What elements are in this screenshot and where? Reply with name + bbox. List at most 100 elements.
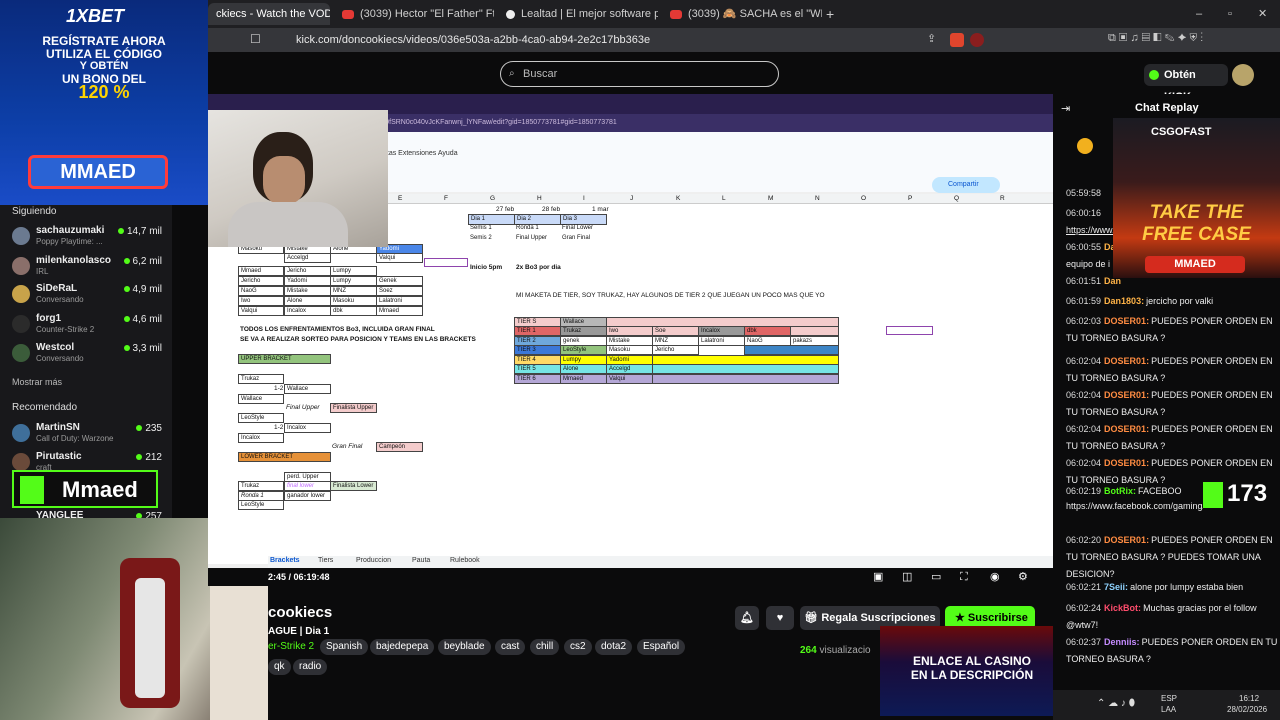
youtube-icon (670, 9, 682, 19)
search-input[interactable]: ⌕ Buscar (500, 61, 779, 87)
tab-youtube-sacha[interactable]: (3039) 🙈 SACHA es el "WESTCOL d (662, 3, 822, 25)
ad-line: ENLACE AL CASINO (912, 654, 1031, 668)
sheet-tab-rulebook[interactable]: Rulebook (450, 557, 480, 564)
tier-player: dbk (744, 326, 791, 336)
maximize-button[interactable]: ▫ (1228, 3, 1240, 25)
speed-icon[interactable]: ◉ (990, 568, 1000, 586)
team-cell: Masoku (330, 296, 377, 306)
sheet-tab-produccion[interactable]: Produccion (356, 557, 391, 564)
notification-bell-button[interactable]: 🔔︎ (735, 606, 759, 630)
sheet-tab-pauta[interactable]: Pauta (412, 557, 430, 564)
lang-indicator[interactable]: ESP (1161, 694, 1177, 703)
col-label: Q (954, 195, 960, 202)
heart-icon: ♥ (776, 612, 784, 624)
tag-chip[interactable]: qk (268, 659, 291, 675)
bracket-cell: Trukaz (238, 374, 284, 384)
team-cell: Lumpy (330, 266, 377, 276)
fullscreen-icon[interactable]: ⛶ (960, 568, 968, 586)
bracket-label: 1-2 (274, 424, 284, 431)
extension-icon[interactable] (970, 33, 984, 47)
channel-name[interactable]: cookiecs (268, 604, 332, 621)
col-label: P (908, 195, 913, 202)
follow-heart-button[interactable]: ♥ (766, 606, 794, 630)
bracket-cell: Finalista Upper (330, 403, 377, 413)
tier-player: LeoStyle (560, 345, 607, 355)
settings-gear-icon[interactable]: ⚙ (1018, 568, 1028, 586)
user-avatar[interactable] (1232, 64, 1254, 86)
new-tab-button[interactable]: + (826, 3, 840, 25)
team-cell: NaoG (238, 286, 284, 296)
sheet-tab-brackets[interactable]: Brackets (270, 557, 300, 564)
windows-taskbar: ⌃ ☁ ♪ ⬮ ESP LAA 16:12 28/02/2026 (1053, 690, 1280, 720)
extensions-icon[interactable]: ⧉ ▣ ♫ ▤ ◧ ✎ ✦ ⛨ ⋮ (1108, 32, 1203, 45)
sheet-tab-tiers[interactable]: Tiers (318, 557, 333, 564)
tier-label: TIER 3 (514, 345, 561, 355)
sidebar-channel[interactable]: SiDeRaL Conversando 4,9 mil (12, 283, 162, 307)
sidebar-channel[interactable]: milenkanolasco IRL 6,2 mil (12, 255, 162, 279)
collapse-chat-icon[interactable]: ⇥ (1061, 102, 1070, 115)
tag-chip[interactable]: beyblade (438, 639, 491, 655)
tag-chip[interactable]: dota2 (595, 639, 633, 655)
show-more-link[interactable]: Mostrar más (12, 377, 62, 387)
get-kicks-button[interactable]: Obtén KICKs (1144, 64, 1228, 103)
team-cell: Alone (284, 296, 331, 306)
tier-row-fill (652, 374, 839, 384)
sidebar-channel[interactable]: sachauzumaki Poppy Playtime: ... 14,7 mi… (12, 225, 162, 249)
ad-1xbet[interactable]: 1XBET REGÍSTRATE AHORA UTILIZA EL CÓDIGO… (0, 0, 208, 205)
tag-chip[interactable]: Spanish (320, 639, 369, 655)
tier-player: Masoku (606, 345, 653, 355)
tag-chip[interactable]: bajedepepa (370, 639, 435, 655)
url-field[interactable]: kick.com/doncookiecs/videos/036e503a-a2b… (270, 30, 950, 50)
ad-csgofast[interactable]: CSGOFAST TAKE THE FREE CASE MMAED (1113, 118, 1280, 278)
spreadsheet: E F G H I J K L M N O P Q R 27 feb 28 fe… (208, 194, 1053, 564)
clock-time[interactable]: 16:12 (1239, 694, 1259, 703)
tag-chip[interactable]: radio (293, 659, 328, 675)
tag-chip[interactable]: cast (495, 639, 526, 655)
tag-chip[interactable]: chill (530, 639, 560, 655)
tab-youtube-hector[interactable]: (3039) Hector "El Father" Ft. Wise - S (334, 3, 494, 25)
ad-casino[interactable]: ENLACE AL CASINO EN LA DESCRIPCIÓN (880, 626, 1064, 716)
close-window-button[interactable]: ✕ (1258, 3, 1270, 25)
kick-logo-icon (1203, 482, 1223, 508)
pip-icon[interactable]: ◫ (902, 568, 912, 586)
share-button[interactable]: Compartir (932, 177, 1000, 193)
col-label: H (537, 195, 542, 202)
star-icon: ★ (955, 612, 968, 624)
theater-icon[interactable]: ▣ (873, 568, 883, 586)
tag-chip[interactable]: Español (637, 639, 686, 655)
bracket-label: Gran Final (332, 443, 363, 450)
recommended-title: Recomendado (12, 402, 78, 413)
tray-icons[interactable]: ⌃ ☁ ♪ ⬮ (1097, 698, 1135, 709)
lower-bracket-header: LOWER BRACKET (238, 452, 331, 462)
rules-note: SE VA A REALIZAR SORTEO PARA POSICION Y … (240, 336, 476, 343)
tab-kick-vod[interactable]: ckiecs - Watch the VOD o (208, 3, 330, 25)
minimize-button[interactable]: – (1196, 3, 1208, 25)
viewer-overlay: 173 (1203, 480, 1280, 510)
avatar (12, 344, 30, 362)
pinned-badge-icon (1077, 138, 1093, 154)
mmaed-overlay: Mmaed (12, 470, 158, 508)
tier-player: Mmaed (560, 374, 607, 384)
tag-chip[interactable]: cs2 (564, 639, 592, 655)
sidebar-channel[interactable]: Westcol Conversando 3,3 mil (12, 342, 162, 366)
tier-row-fill (744, 345, 839, 355)
tier-row-fill (790, 326, 839, 336)
tab-lealtad[interactable]: Lealtad | El mejor software para pote (498, 3, 658, 25)
category-link[interactable]: er-Strike 2 (268, 641, 314, 652)
sidebar-channel[interactable]: forg1 Counter-Strike 2 4,6 mil (12, 313, 162, 337)
youtube-icon (342, 9, 354, 19)
bo3-note: 2x Bo3 por dia (516, 264, 561, 271)
tier-label: TIER 5 (514, 364, 561, 374)
sheets-menu[interactable]: ntas Extensiones Ayuda (383, 150, 458, 157)
bracket-cell: Wallace (284, 384, 331, 394)
tier-player: Jericho (652, 345, 699, 355)
kicks-icon (1149, 70, 1159, 80)
brave-shield-icon[interactable] (950, 33, 964, 47)
bookmark-icon[interactable]: ☐ (250, 32, 261, 46)
champion-cell: Campeón (376, 442, 423, 452)
date-label: 27 feb (496, 206, 515, 213)
clip-icon[interactable]: ▭ (931, 568, 941, 586)
chat-message: 06:02:03 DOSER01: PUEDES PONER ORDEN EN TU… (1066, 316, 1273, 343)
ad-line: EN LA DESCRIPCIÓN (910, 668, 1034, 682)
sidebar-channel[interactable]: MartinSN Call of Duty: Warzone 235 (12, 422, 162, 446)
